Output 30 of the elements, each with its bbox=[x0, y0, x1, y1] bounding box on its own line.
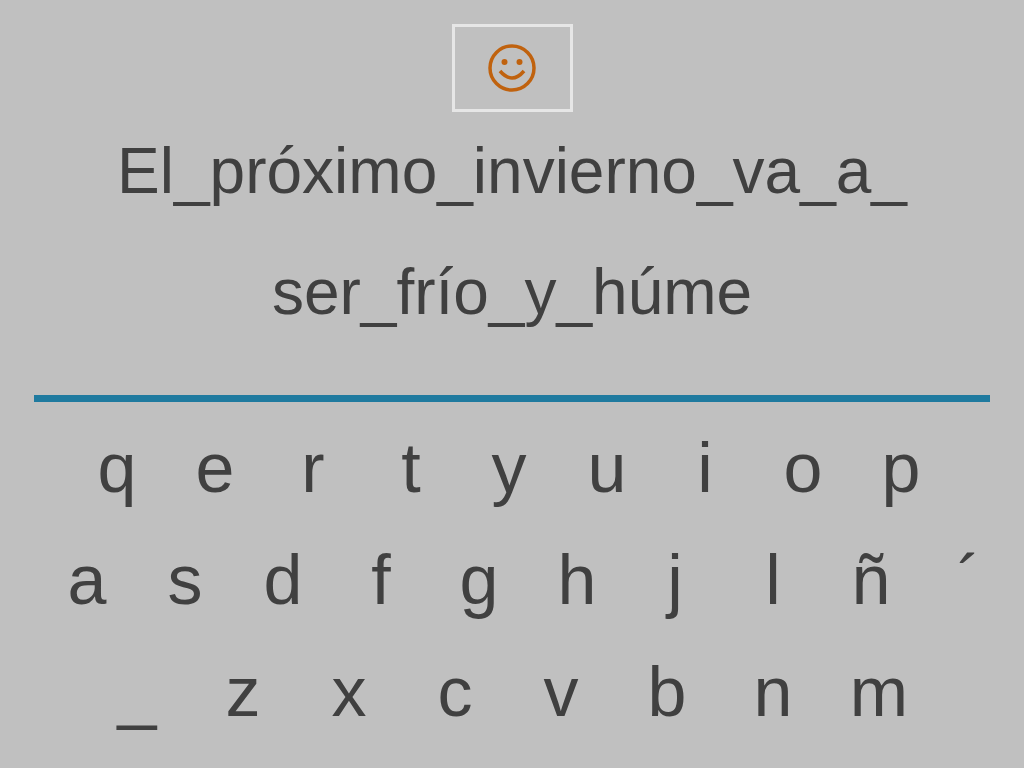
letter-key[interactable]: r bbox=[276, 423, 350, 513]
letter-key[interactable]: c bbox=[418, 647, 492, 737]
letter-key[interactable]: ñ bbox=[834, 535, 908, 625]
letter-key[interactable]: t bbox=[374, 423, 448, 513]
sentence-line: El_próximo_invierno_va_a_ bbox=[117, 134, 907, 209]
letter-key[interactable]: m bbox=[842, 647, 916, 737]
letter-key[interactable]: b bbox=[630, 647, 704, 737]
sentence-line: ser_frío_y_húme bbox=[271, 255, 753, 330]
letter-key[interactable]: g bbox=[442, 535, 516, 625]
letter-key[interactable]: q bbox=[80, 423, 154, 513]
letter-key[interactable]: s bbox=[148, 535, 222, 625]
letter-key[interactable]: o bbox=[766, 423, 840, 513]
letter-key[interactable]: x bbox=[312, 647, 386, 737]
letter-key[interactable]: d bbox=[246, 535, 320, 625]
letter-key[interactable]: ´ bbox=[932, 535, 1006, 625]
letter-key[interactable]: a bbox=[50, 535, 124, 625]
letter-key[interactable]: p bbox=[864, 423, 938, 513]
letter-key[interactable]: u bbox=[570, 423, 644, 513]
letter-key[interactable]: f bbox=[344, 535, 418, 625]
letter-key[interactable]: h bbox=[540, 535, 614, 625]
letter-key[interactable]: y bbox=[472, 423, 546, 513]
letter-key[interactable]: i bbox=[668, 423, 742, 513]
letter-key[interactable]: e bbox=[178, 423, 252, 513]
letter-key[interactable]: j bbox=[638, 535, 712, 625]
smiley-icon bbox=[487, 43, 537, 93]
letter-key[interactable]: l bbox=[736, 535, 810, 625]
letter-key[interactable]: n bbox=[736, 647, 810, 737]
letter-key[interactable]: _ bbox=[100, 647, 174, 737]
letter-key[interactable]: v bbox=[524, 647, 598, 737]
letter-key[interactable]: z bbox=[206, 647, 280, 737]
